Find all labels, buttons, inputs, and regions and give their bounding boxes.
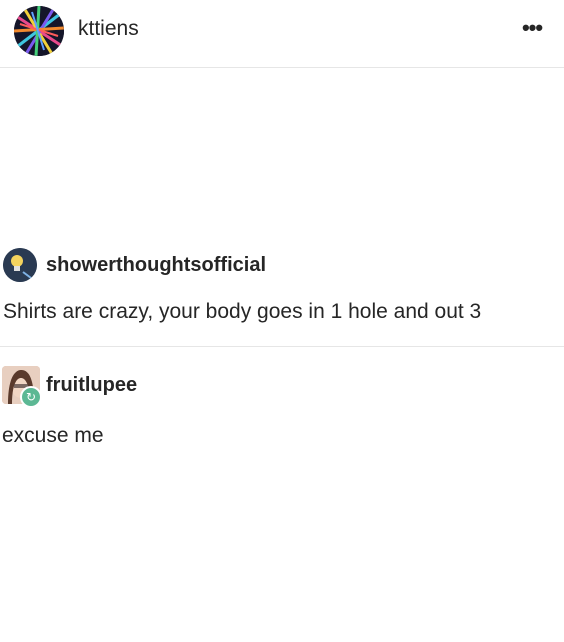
embedded-post-text: excuse me [2,424,104,447]
avatar[interactable] [3,248,37,282]
lightbulb-icon [3,248,37,282]
embedded-post-author[interactable]: fruitlupee [46,374,137,397]
embedded-post-author[interactable]: showerthoughtsofficial [46,254,266,277]
embedded-post: showerthoughtsofficial Shirts are crazy,… [0,246,564,347]
embedded-post-text: Shirts are crazy, your body goes in 1 ho… [3,300,482,323]
post-header: kttiens ••• [0,0,564,68]
avatar-art-icon [14,6,64,56]
post-screen: kttiens ••• showerthoughtsofficial Shirt… [0,0,564,642]
avatar[interactable] [14,6,64,56]
post-author-username[interactable]: kttiens [78,17,139,41]
more-options-button[interactable]: ••• [515,14,549,42]
reblog-icon: ↻ [20,386,42,408]
embedded-post: ↻ fruitlupee excuse me [0,366,564,466]
